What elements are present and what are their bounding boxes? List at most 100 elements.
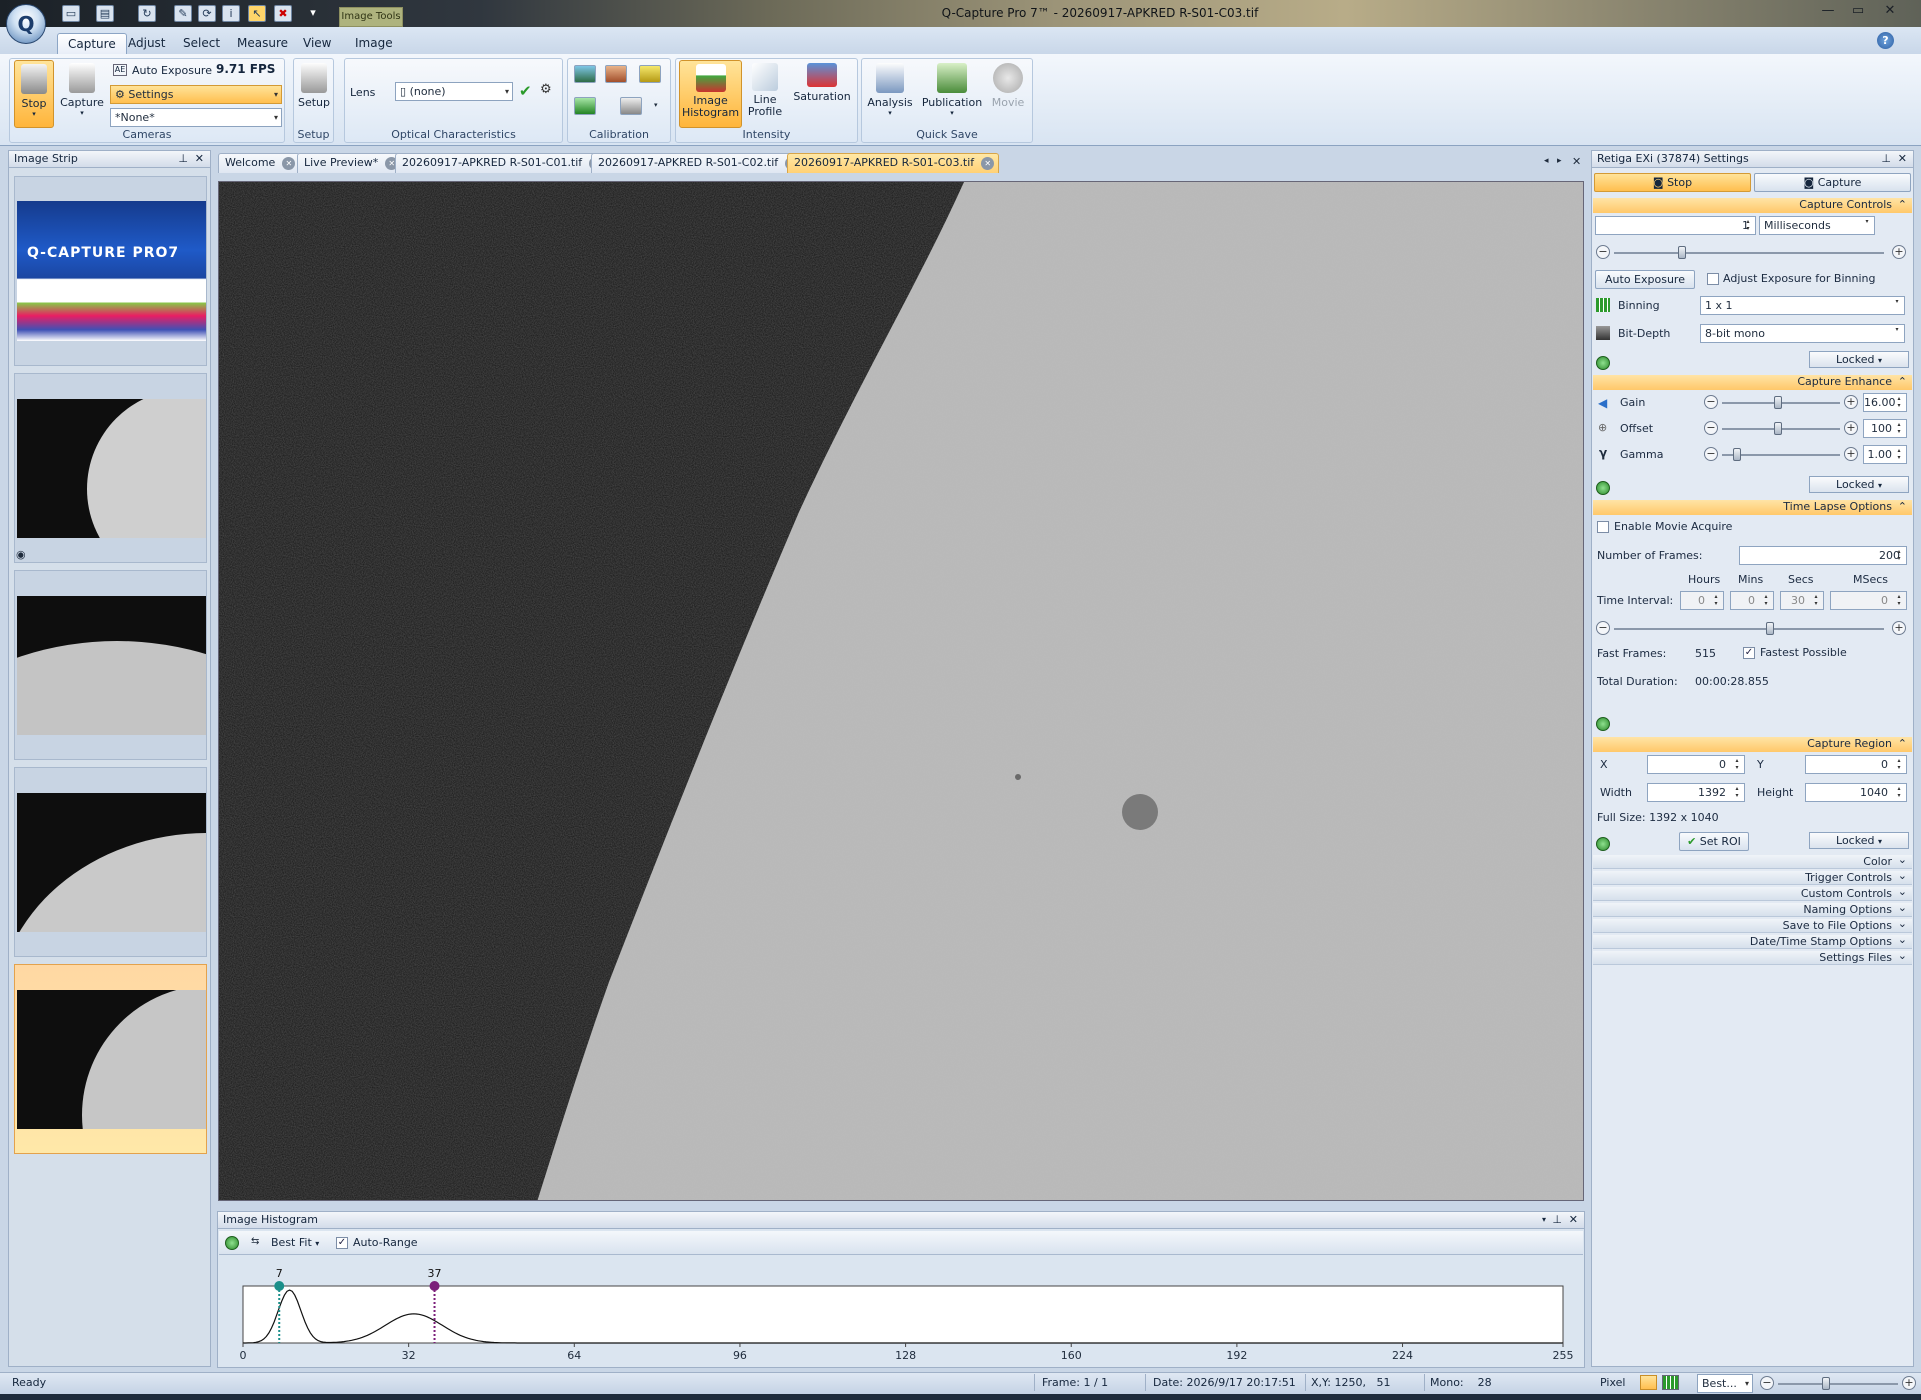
tab-welcome[interactable]: Welcome ✕ bbox=[218, 153, 301, 173]
zoom-in-icon[interactable]: + bbox=[1902, 1376, 1916, 1390]
x-input[interactable]: 0 ▴ ▾ bbox=[1647, 755, 1745, 774]
setup-button[interactable]: Setup bbox=[296, 60, 332, 128]
frames-input[interactable]: 200 ▴ ▾ bbox=[1739, 546, 1907, 565]
gamma-slider-knob[interactable] bbox=[1733, 448, 1741, 461]
panel-menu-icon[interactable]: ▾ bbox=[1542, 1212, 1546, 1228]
decrease-icon[interactable]: − bbox=[1704, 395, 1718, 409]
stop-tab-button[interactable]: ◙ Stop bbox=[1594, 173, 1751, 192]
zoom-dropdown[interactable]: Best... ▾ bbox=[1697, 1374, 1753, 1393]
set-roi-button[interactable]: ✔ Set ROI bbox=[1679, 832, 1749, 851]
tab-c02[interactable]: 20260917-APKRED R-S01-C02.tif✕ bbox=[591, 153, 804, 173]
pin-icon[interactable]: ⊥ bbox=[1881, 151, 1891, 167]
minimize-icon[interactable]: — bbox=[1816, 2, 1840, 20]
fastest-possible-checkbox[interactable]: ✓ bbox=[1743, 647, 1755, 659]
apply-check-icon[interactable]: ✔ bbox=[519, 82, 532, 100]
zoom-out-icon[interactable]: − bbox=[1760, 1376, 1774, 1390]
analysis-button[interactable]: Analysis ▾ bbox=[866, 60, 914, 128]
grid-view-icon[interactable] bbox=[1662, 1375, 1679, 1390]
exposure-unit-dropdown[interactable]: Milliseconds ▾ bbox=[1759, 216, 1875, 235]
lens-settings-icon[interactable]: ⚙ bbox=[540, 82, 552, 97]
tab-measure[interactable]: Measure bbox=[227, 33, 298, 54]
tab-c01[interactable]: 20260917-APKRED R-S01-C01.tif✕ bbox=[395, 153, 608, 173]
tab-scroll-left-icon[interactable]: ◂ bbox=[1544, 156, 1549, 166]
publication-button[interactable]: Publication ▾ bbox=[920, 60, 984, 128]
capture-enhance-locked-dropdown[interactable]: Locked ▾ bbox=[1809, 476, 1909, 493]
width-input[interactable]: 1392 ▴ ▾ bbox=[1647, 783, 1745, 802]
mins-input[interactable]: 0 ▴ ▾ bbox=[1730, 591, 1774, 610]
msecs-input[interactable]: 0 ▴ ▾ bbox=[1830, 591, 1907, 610]
tab-live-preview[interactable]: Live Preview* ✕ bbox=[297, 153, 404, 173]
naming-options-section[interactable]: Naming Options bbox=[1593, 901, 1912, 917]
close-panel-icon[interactable]: ✕ bbox=[1898, 151, 1907, 167]
tab-capture[interactable]: Capture bbox=[57, 33, 127, 54]
stop-button[interactable]: Stop ▾ bbox=[14, 60, 54, 128]
exposure-input[interactable]: 1 ▴ ▾ bbox=[1595, 216, 1756, 235]
offset-slider-knob[interactable] bbox=[1774, 422, 1782, 435]
y-input[interactable]: 0 ▴ ▾ bbox=[1805, 755, 1907, 774]
secs-input[interactable]: 30 ▴ ▾ bbox=[1780, 591, 1824, 610]
close-tab-icon[interactable]: ✕ bbox=[282, 157, 296, 170]
spin-icon[interactable]: ▴ ▾ bbox=[1810, 593, 1822, 608]
spin-icon[interactable]: ▴ ▾ bbox=[1893, 757, 1905, 772]
reset-icon[interactable] bbox=[1596, 837, 1610, 851]
tab-view[interactable]: View bbox=[293, 33, 341, 54]
pointer-icon[interactable]: ↖ bbox=[248, 5, 266, 22]
calibration-b-icon[interactable] bbox=[605, 65, 627, 83]
spin-icon[interactable]: ▴ ▾ bbox=[1893, 548, 1905, 563]
offset-input[interactable]: 100 ▴ ▾ bbox=[1863, 419, 1907, 438]
exposure-slider-knob[interactable] bbox=[1678, 246, 1686, 259]
binning-dropdown[interactable]: 1 x 1 ▾ bbox=[1700, 296, 1905, 315]
reset-icon[interactable] bbox=[1596, 717, 1610, 731]
lens-dropdown[interactable]: ▯ (none) ▾ bbox=[395, 82, 513, 101]
reset-icon[interactable] bbox=[1596, 356, 1610, 370]
image-view-icon[interactable] bbox=[1640, 1375, 1657, 1390]
exposure-slider[interactable] bbox=[1614, 252, 1884, 254]
spin-icon[interactable]: ▴ ▾ bbox=[1731, 785, 1743, 800]
enable-movie-checkbox[interactable] bbox=[1597, 521, 1609, 533]
increase-icon[interactable]: + bbox=[1892, 245, 1906, 259]
thumbnail-c03[interactable] bbox=[14, 964, 207, 1154]
time-lapse-header[interactable]: Time Lapse Options bbox=[1593, 500, 1912, 515]
adjust-binning-checkbox[interactable] bbox=[1707, 273, 1719, 285]
image-viewer[interactable] bbox=[218, 181, 1584, 1201]
capture-button[interactable]: Capture ▾ bbox=[58, 60, 106, 128]
settings-files-section[interactable]: Settings Files bbox=[1593, 949, 1912, 965]
spin-icon[interactable]: ▴ ▾ bbox=[1893, 421, 1905, 436]
help-icon[interactable]: ? bbox=[1877, 32, 1894, 49]
auto-range-checkbox[interactable]: ✓ bbox=[336, 1237, 348, 1249]
save-to-file-options-section[interactable]: Save to File Options bbox=[1593, 917, 1912, 933]
height-input[interactable]: 1040 ▴ ▾ bbox=[1805, 783, 1907, 802]
trigger-controls-section[interactable]: Trigger Controls bbox=[1593, 869, 1912, 885]
zoom-slider-knob[interactable] bbox=[1822, 1377, 1830, 1390]
decrease-icon[interactable]: − bbox=[1704, 421, 1718, 435]
hours-input[interactable]: 0 ▴ ▾ bbox=[1680, 591, 1724, 610]
gamma-input[interactable]: 1.00 ▴ ▾ bbox=[1863, 445, 1907, 464]
calibration-e-icon[interactable] bbox=[620, 97, 642, 115]
custom-controls-section[interactable]: Custom Controls bbox=[1593, 885, 1912, 901]
gain-slider-knob[interactable] bbox=[1774, 396, 1782, 409]
capture-tab-button[interactable]: ◙ Capture bbox=[1754, 173, 1911, 192]
pencil-icon[interactable]: ✎ bbox=[174, 5, 192, 22]
close-icon[interactable]: ✕ bbox=[1878, 2, 1902, 20]
redo-icon[interactable]: ↻ bbox=[138, 5, 156, 22]
calibration-a-icon[interactable] bbox=[574, 65, 596, 83]
auto-exposure-panel-button[interactable]: Auto Exposure bbox=[1595, 270, 1695, 289]
reset-icon[interactable] bbox=[1596, 481, 1610, 495]
increase-icon[interactable]: + bbox=[1892, 621, 1906, 635]
spin-icon[interactable]: ▴ ▾ bbox=[1710, 593, 1722, 608]
tab-select[interactable]: Select bbox=[173, 33, 230, 54]
decrease-icon[interactable]: − bbox=[1596, 245, 1610, 259]
close-document-icon[interactable]: ✕ bbox=[1572, 155, 1581, 168]
decrease-icon[interactable]: − bbox=[1704, 447, 1718, 461]
preset-dropdown[interactable]: *None* ▾ bbox=[110, 108, 282, 127]
close-panel-icon[interactable]: ✕ bbox=[1569, 1212, 1578, 1228]
calibration-c-icon[interactable] bbox=[639, 65, 661, 83]
print-icon[interactable]: ▤ bbox=[96, 5, 114, 22]
spin-icon[interactable]: ▴ ▾ bbox=[1731, 757, 1743, 772]
saturation-button[interactable]: Saturation bbox=[790, 60, 854, 128]
gain-input[interactable]: 16.00 ▴ ▾ bbox=[1863, 393, 1907, 412]
refresh-icon[interactable] bbox=[225, 1236, 239, 1250]
capture-controls-header[interactable]: Capture Controls bbox=[1593, 198, 1912, 213]
chevron-down-icon[interactable]: ▾ bbox=[654, 101, 658, 109]
settings-dropdown[interactable]: ⚙ Settings ▾ bbox=[110, 85, 282, 104]
